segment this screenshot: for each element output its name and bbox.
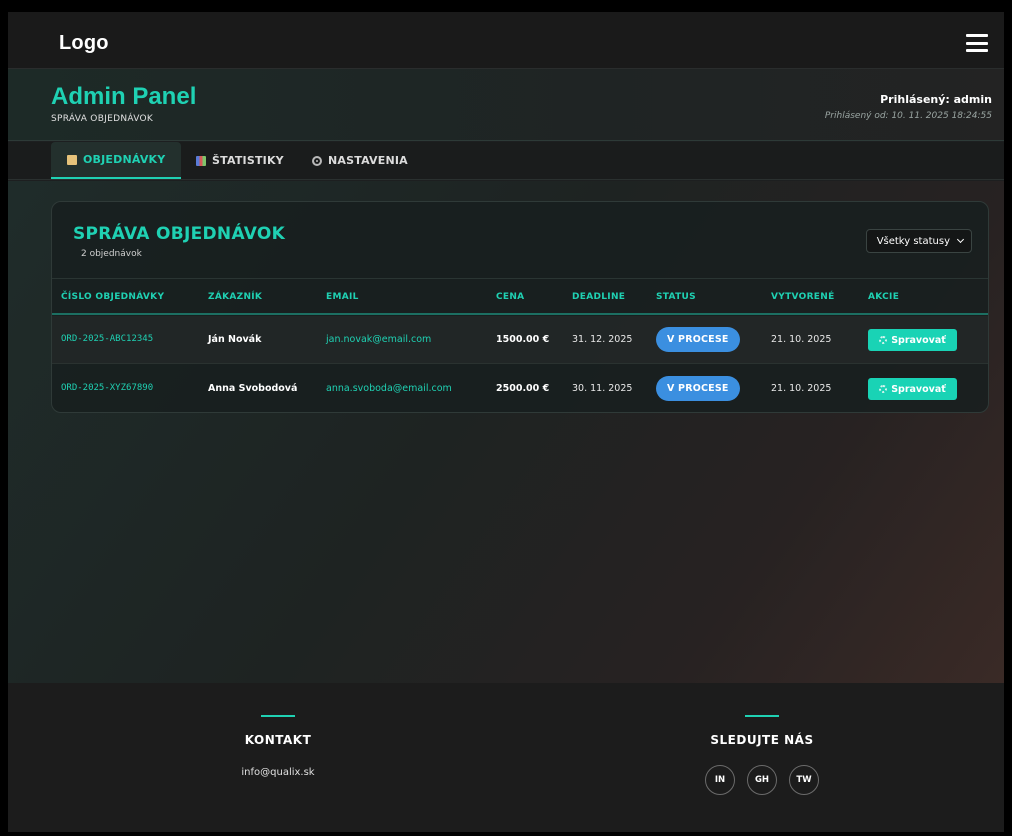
status-filter-value: Všetky statusy [876,235,950,247]
footer-contact-email[interactable]: info@qualix.sk [178,767,378,778]
tab-bar: OBJEDNÁVKY ŠTATISTIKY NASTAVENIA [8,142,1004,180]
footer-social: SLEDUJTE NÁS IN GH TW [662,683,862,795]
main-content: SPRÁVA OBJEDNÁVOK 2 objednávok Všetky st… [8,181,1004,683]
hamburger-menu-icon[interactable] [966,34,988,52]
customer-name: Ján Novák [208,334,262,345]
bar-chart-icon [196,155,206,166]
order-created: 21. 10. 2025 [771,383,832,394]
table-row[interactable]: ORD-2025-ABC12345 Ján Novák jan.novak@em… [52,316,988,364]
manage-button-label: Spravovať [891,334,946,346]
clipboard-icon [67,154,77,165]
tab-orders[interactable]: OBJEDNÁVKY [51,142,182,179]
hamburger-line [966,49,988,52]
column-header-deadline[interactable]: DEADLINE [572,292,625,302]
social-links: IN GH TW [662,765,862,795]
customer-email[interactable]: jan.novak@email.com [326,334,431,345]
manage-order-button[interactable]: Spravovať [868,329,957,351]
admin-header: Admin Panel SPRÁVA OBJEDNÁVOK Prihlásený… [8,69,1004,141]
hamburger-line [966,41,988,45]
linkedin-icon[interactable]: IN [705,765,735,795]
customer-email[interactable]: anna.svoboda@email.com [326,383,452,394]
gear-icon [312,155,322,166]
tab-statistics[interactable]: ŠTATISTIKY [180,142,300,179]
order-deadline: 30. 11. 2025 [572,383,633,394]
column-header-created[interactable]: VYTVORENÉ [771,292,835,302]
tab-label: OBJEDNÁVKY [83,153,166,166]
footer-social-title: SLEDUJTE NÁS [710,733,814,747]
column-header-order-no[interactable]: ČÍSLO OBJEDNÁVKY [61,292,164,302]
status-filter-select[interactable]: Všetky statusy [865,229,972,253]
status-badge: V PROCESE [656,376,740,401]
order-deadline: 31. 12. 2025 [572,334,633,345]
column-header-status[interactable]: STATUS [656,292,696,302]
order-price: 2500.00 € [496,383,550,394]
tab-settings[interactable]: NASTAVENIA [296,142,424,179]
customer-name: Anna Svobodová [208,383,298,394]
footer: KONTAKT info@qualix.sk SLEDUJTE NÁS IN G… [8,683,1004,832]
orders-title: SPRÁVA OBJEDNÁVOK [73,224,286,244]
hamburger-line [966,34,988,37]
orders-card: SPRÁVA OBJEDNÁVOK 2 objednávok Všetky st… [51,201,989,413]
manage-order-button[interactable]: Spravovať [868,378,957,400]
app-frame: Logo Admin Panel SPRÁVA OBJEDNÁVOK Prihl… [8,12,1004,832]
gear-icon [879,336,888,344]
column-header-customer[interactable]: ZÁKAZNÍK [208,292,262,302]
twitter-icon[interactable]: TW [789,765,819,795]
order-number: ORD-2025-XYZ67890 [61,383,154,393]
footer-contact: KONTAKT info@qualix.sk [178,683,378,778]
column-header-email[interactable]: EMAIL [326,292,359,302]
chevron-down-icon [956,235,965,244]
logged-user: Prihlásený: admin [880,93,992,106]
table-row[interactable]: ORD-2025-XYZ67890 Anna Svobodová anna.sv… [52,365,988,412]
logged-since: Prihlásený od: 10. 11. 2025 18:24:55 [824,111,992,121]
column-header-price[interactable]: CENA [496,292,524,302]
page-title: Admin Panel [51,83,197,110]
logo[interactable]: Logo [59,32,109,55]
order-created: 21. 10. 2025 [771,334,832,345]
manage-button-label: Spravovať [891,383,946,395]
tab-label: ŠTATISTIKY [212,154,284,167]
order-price: 1500.00 € [496,334,550,345]
footer-accent-line [745,715,779,717]
github-icon[interactable]: GH [747,765,777,795]
footer-accent-line [261,715,295,717]
order-number: ORD-2025-ABC12345 [61,334,154,344]
gear-icon [879,385,888,393]
table-header: ČÍSLO OBJEDNÁVKY ZÁKAZNÍK EMAIL CENA DEA… [52,278,988,315]
top-navbar: Logo [8,12,1004,69]
status-badge: V PROCESE [656,327,740,352]
page-subtitle: SPRÁVA OBJEDNÁVOK [51,114,154,124]
tab-label: NASTAVENIA [328,154,408,167]
footer-contact-title: KONTAKT [244,733,312,747]
orders-count: 2 objednávok [81,249,142,259]
column-header-actions: AKCIE [868,292,900,302]
